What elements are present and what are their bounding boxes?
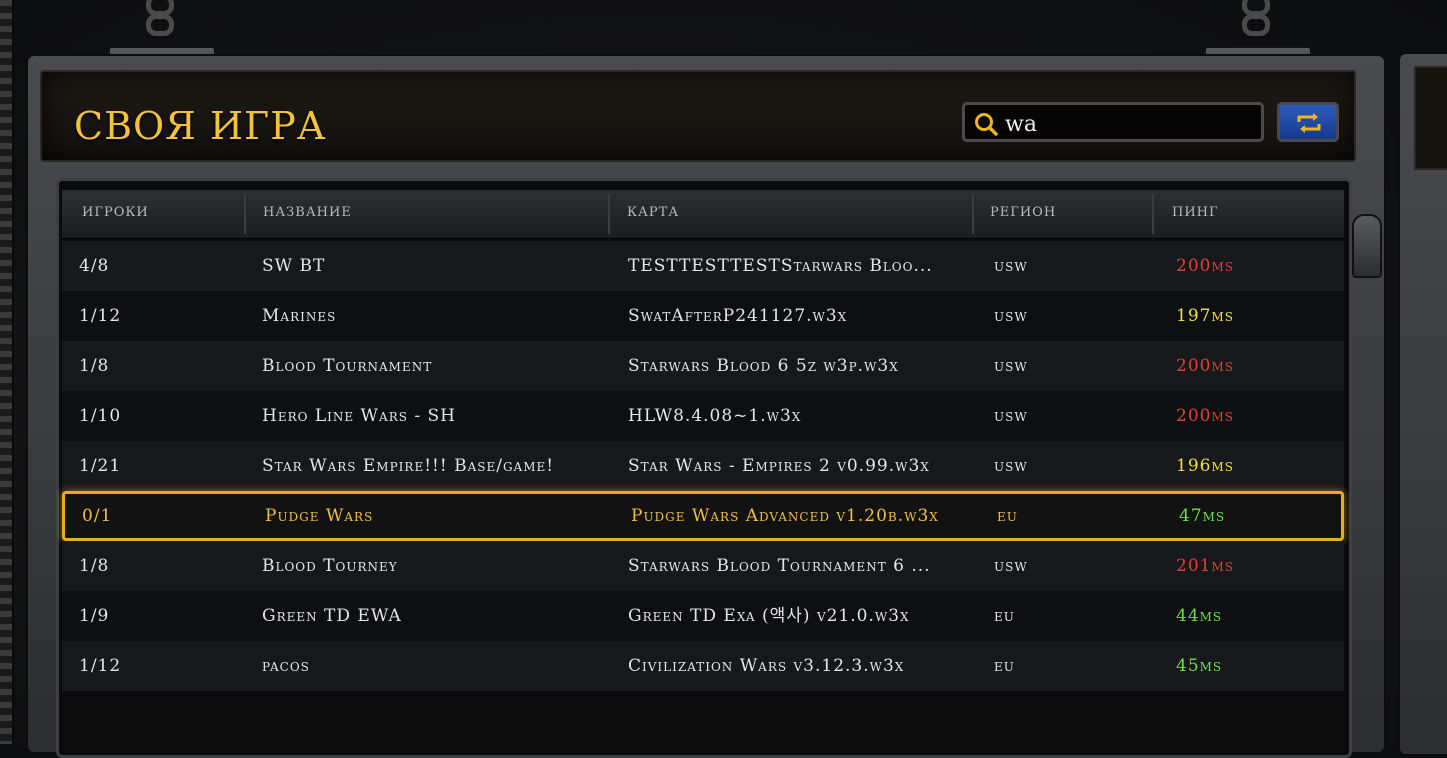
game-ping: 197ms [1176, 306, 1234, 326]
game-name: SW BT [262, 256, 326, 276]
left-chain-decoration [108, 0, 216, 76]
game-name: Blood Tourney [262, 556, 398, 576]
game-players: 1/21 [79, 456, 122, 476]
game-map: Civilization Wars v3.12.3.w3x [628, 656, 905, 676]
column-header-ping[interactable]: ПИНГ [1172, 190, 1219, 238]
game-region: usw [994, 556, 1028, 576]
game-name: Green TD EWA [262, 606, 402, 626]
game-ping: 45ms [1176, 656, 1223, 676]
game-name: pacos [262, 656, 310, 676]
game-players: 1/10 [79, 406, 122, 426]
game-row[interactable]: 4/8 SW BT TESTTESTTESTStarwars Bloo... usw 2… [62, 241, 1344, 291]
game-ping: 196ms [1176, 456, 1234, 476]
game-name: Hero Line Wars - SH [262, 406, 456, 426]
game-region: eu [994, 606, 1015, 626]
game-map: TESTTESTTESTStarwars Bloo... [628, 256, 933, 276]
search-input[interactable] [1003, 108, 1257, 140]
game-region: usw [994, 306, 1028, 326]
game-ping: 201ms [1176, 556, 1234, 576]
search-icon [975, 113, 998, 136]
game-map: Pudge Wars Advanced v1.20b.w3x [631, 506, 939, 526]
game-region: eu [997, 506, 1018, 526]
game-ping: 200ms [1176, 256, 1234, 276]
game-map: Starwars Blood 6 5z w3p.w3x [628, 356, 899, 376]
game-name: Star Wars Empire!!! Base/game! [262, 456, 555, 476]
game-region: usw [994, 356, 1028, 376]
game-name: Marines [262, 306, 337, 326]
game-region: usw [994, 256, 1028, 276]
refresh-button[interactable] [1277, 102, 1339, 142]
game-map: HLW8.4.08~1.w3x [628, 406, 802, 426]
game-players: 1/12 [79, 306, 122, 326]
game-map: Green TD Exa (액사) v21.0.w3x [628, 606, 910, 626]
game-ping: 47ms [1179, 506, 1226, 526]
game-map: Star Wars - Empires 2 v0.99.w3x [628, 456, 930, 476]
scrollbar-handle[interactable] [1352, 214, 1382, 278]
game-map: Starwars Blood Tournament 6 ... [628, 556, 931, 576]
game-name: Blood Tournament [262, 356, 433, 376]
game-name: Pudge Wars [265, 506, 374, 526]
game-row[interactable]: 1/10 Hero Line Wars - SH HLW8.4.08~1.w3x us… [62, 391, 1344, 441]
game-map: SwatAfterP241127.w3x [628, 306, 848, 326]
game-row[interactable]: 1/21 Star Wars Empire!!! Base/game! Star W… [62, 441, 1344, 491]
column-header-region[interactable]: РЕГИОН [990, 190, 1056, 238]
game-region: eu [994, 656, 1015, 676]
game-ping: 200ms [1176, 406, 1234, 426]
game-row[interactable]: 1/12 Marines SwatAfterP241127.w3x usw 197ms [62, 291, 1344, 341]
refresh-icon [1297, 113, 1321, 133]
table-header: ИГРОКИ НАЗВАНИЕ КАРТА РЕГИОН ПИНГ [62, 190, 1344, 239]
column-header-players[interactable]: ИГРОКИ [82, 190, 149, 238]
side-panel-inner [1414, 66, 1447, 170]
game-row[interactable]: 0/1 Pudge Wars Pudge Wars Advanced v1.20b.… [62, 491, 1344, 541]
right-chain-decoration [1204, 0, 1312, 76]
game-row[interactable]: 1/12 pacos Civilization Wars v3.12.3.w3x eu… [62, 641, 1344, 691]
game-row[interactable]: 1/8 Blood Tournament Starwars Blood 6 5z w… [62, 341, 1344, 391]
page-title: СВОЯ ИГРА [74, 104, 327, 148]
game-players: 1/8 [79, 556, 110, 576]
game-players: 1/9 [79, 606, 110, 626]
game-region: usw [994, 456, 1028, 476]
game-players: 4/8 [79, 256, 110, 276]
left-border-decoration [0, 0, 14, 744]
column-header-name[interactable]: НАЗВАНИЕ [263, 190, 352, 238]
search-box[interactable] [962, 102, 1264, 142]
game-players: 1/12 [79, 656, 122, 676]
game-row[interactable]: 1/9 Green TD EWA Green TD Exa (액사) v21.0.w… [62, 591, 1344, 641]
game-players: 0/1 [82, 506, 113, 526]
column-header-map[interactable]: КАРТА [627, 190, 679, 238]
column-divider [972, 194, 974, 234]
game-ping: 44ms [1176, 606, 1223, 626]
column-divider [1152, 194, 1154, 234]
game-ping: 200ms [1176, 356, 1234, 376]
column-divider [608, 194, 610, 234]
game-row[interactable]: 1/8 Blood Tourney Starwars Blood Tournamen… [62, 541, 1344, 591]
game-players: 1/8 [79, 356, 110, 376]
game-region: usw [994, 406, 1028, 426]
column-divider [244, 194, 246, 234]
